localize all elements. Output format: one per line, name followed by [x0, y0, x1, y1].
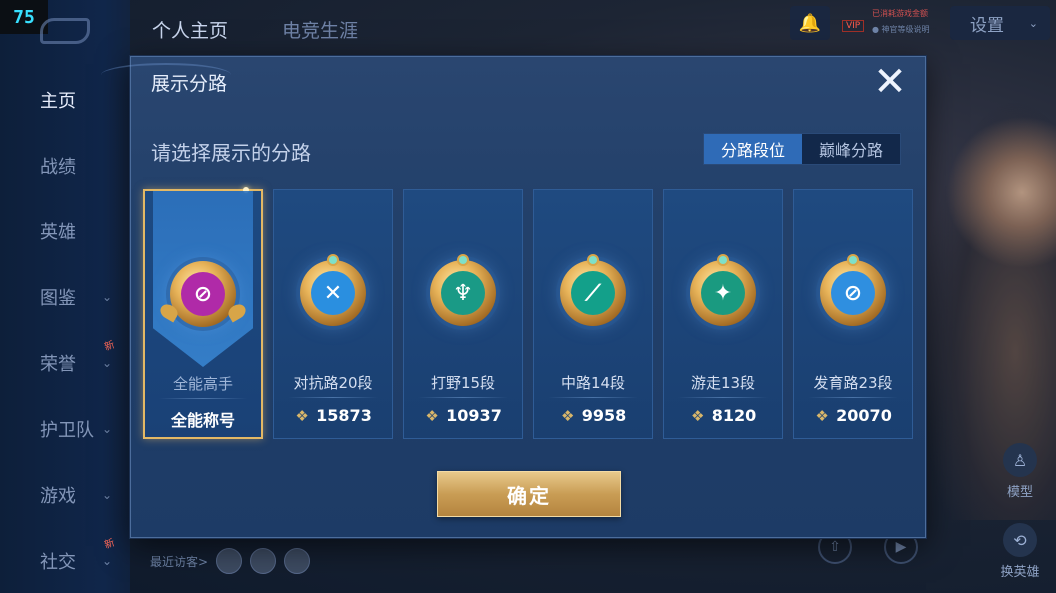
avatar[interactable]	[250, 548, 277, 574]
divider	[288, 397, 378, 398]
chevron-down-icon: ⌄	[102, 290, 113, 304]
swap-hero-icon: ⟲	[1003, 523, 1037, 557]
emblem-glyph: ✦	[701, 271, 745, 315]
lane-score: ❖ 8120	[691, 406, 757, 425]
vip-info[interactable]: VIP 已消耗游戏金额 ● 神官等级说明	[842, 6, 942, 40]
sidebar-item-label: 游戏	[40, 486, 76, 507]
lane-score: ❖ 15873	[295, 406, 372, 425]
lane-score: ❖ 10937	[425, 406, 502, 425]
lane-title-label: 全能称号	[170, 411, 235, 430]
vip-badge: VIP	[842, 20, 865, 32]
rank-diamond-icon: ❖	[561, 406, 575, 425]
swap-hero-button[interactable]: ⟲ 换英雄	[990, 520, 1050, 580]
sidebar-item-label: 战绩	[40, 157, 76, 178]
divider	[678, 397, 768, 398]
sidebar-item-records[interactable]: 战绩	[0, 146, 130, 186]
model-icon: ♙	[1003, 443, 1037, 477]
sidebar-item-label: 荣誉	[40, 354, 76, 375]
confirm-button[interactable]: 确定	[437, 471, 621, 517]
sidebar-item-label: 社交	[40, 552, 76, 573]
lane-card-all-round[interactable]: ⊘ 全能高手 全能称号	[143, 187, 263, 439]
sidebar-item-label: 主页	[40, 91, 76, 112]
emblem-glyph: ⊘	[831, 271, 875, 315]
model-button[interactable]: ♙ 模型	[990, 440, 1050, 500]
sidebar-item-codex[interactable]: 图鉴 ⌄	[0, 277, 130, 317]
game-logo-icon	[40, 18, 90, 44]
dialog-subtitle: 请选择展示的分路	[151, 141, 311, 165]
tab-esports-career[interactable]: 电竞生涯	[282, 16, 358, 43]
settings-label: 设置	[970, 15, 1004, 36]
avatar[interactable]	[216, 548, 243, 574]
lane-card-farm[interactable]: ⊘ 发育路23段 ❖ 20070	[793, 189, 913, 439]
chevron-down-icon: ⌄	[102, 554, 113, 568]
sidebar-item-label: 护卫队	[40, 420, 94, 441]
lane-card-clash[interactable]: ✕ 对抗路20段 ❖ 15873	[273, 189, 393, 439]
recent-visitors-label: 最近访客>	[150, 554, 209, 569]
sidebar-item-label: 图鉴	[40, 288, 76, 309]
emblem-glyph: ♆	[441, 271, 485, 315]
lane-score: ❖ 20070	[815, 406, 892, 425]
divider	[159, 398, 247, 399]
avatar[interactable]	[284, 548, 311, 574]
lane-card-jungle[interactable]: ♆ 打野15段 ❖ 10937	[403, 189, 523, 439]
jungle-emblem-icon: ♆	[430, 254, 496, 326]
emblem-glyph: ⟋	[571, 271, 615, 315]
emblem-glyph: ⊘	[181, 272, 225, 316]
lane-name: 发育路23段	[813, 374, 893, 392]
divider	[808, 397, 898, 398]
lane-name: 全能高手	[172, 375, 233, 393]
chevron-down-icon: ⌄	[102, 356, 113, 370]
divider	[418, 397, 508, 398]
lane-display-dialog: 展示分路 ✕ 请选择展示的分路 分路段位 巅峰分路 ⊘ 全能高手 全能称号 ✕ …	[101, 56, 926, 538]
close-icon[interactable]: ✕	[869, 61, 911, 103]
mode-segmented-control: 分路段位 巅峰分路	[703, 133, 901, 165]
lane-score: ❖ 9958	[561, 406, 627, 425]
rank-diamond-icon: ❖	[815, 406, 829, 425]
sidebar-item-heroes[interactable]: 英雄	[0, 211, 130, 251]
model-label: 模型	[1006, 485, 1033, 500]
dialog-title: 展示分路	[151, 73, 228, 95]
lane-name: 中路14段	[560, 374, 626, 392]
chevron-down-icon: ⌄	[102, 488, 113, 502]
sidebar-item-social[interactable]: 社交 新 ⌄	[0, 538, 130, 581]
sidebar-item-home[interactable]: 主页	[0, 80, 130, 120]
chevron-down-icon: ⌄	[1028, 16, 1038, 30]
recent-visitors[interactable]: 最近访客>	[150, 548, 311, 574]
emblem-glyph: ✕	[311, 271, 355, 315]
farm-lane-emblem-icon: ⊘	[820, 254, 886, 326]
rank-diamond-icon: ❖	[425, 406, 439, 425]
sidebar-item-honor[interactable]: 荣誉 新 ⌄	[0, 340, 130, 383]
settings-button[interactable]: 设置 ⌄	[950, 6, 1050, 40]
lane-name: 游走13段	[690, 374, 756, 392]
sidebar-item-games[interactable]: 游戏 ⌄	[0, 475, 130, 515]
all-round-emblem-icon: ⊘	[157, 261, 249, 327]
tab-peak-lane[interactable]: 巅峰分路	[802, 134, 900, 164]
clash-lane-emblem-icon: ✕	[300, 254, 366, 326]
rank-diamond-icon: ❖	[295, 406, 309, 425]
divider	[548, 397, 638, 398]
roam-emblem-icon: ✦	[690, 254, 756, 326]
bell-icon[interactable]: 🔔	[790, 6, 830, 40]
swap-hero-label: 换英雄	[1000, 565, 1040, 580]
mid-lane-emblem-icon: ⟋	[560, 254, 626, 326]
lane-name: 打野15段	[430, 374, 496, 392]
chevron-down-icon: ⌄	[102, 422, 113, 436]
sidebar-item-guard[interactable]: 护卫队 ⌄	[0, 409, 130, 449]
tab-profile[interactable]: 个人主页	[152, 16, 228, 43]
lane-card-roam[interactable]: ✦ 游走13段 ❖ 8120	[663, 189, 783, 439]
tab-lane-rank[interactable]: 分路段位	[704, 134, 802, 164]
vip-spend-text: 已消耗游戏金额	[872, 9, 928, 18]
lane-name: 对抗路20段	[293, 374, 373, 392]
lane-card-list: ⊘ 全能高手 全能称号 ✕ 对抗路20段 ❖ 15873 ♆ 打野15段 ❖ 1…	[143, 187, 917, 439]
lane-card-mid[interactable]: ⟋ 中路14段 ❖ 9958	[533, 189, 653, 439]
rank-diamond-icon: ❖	[691, 406, 705, 425]
vip-level-text: ● 神官等级说明	[872, 25, 930, 34]
sidebar-item-label: 英雄	[40, 222, 76, 243]
